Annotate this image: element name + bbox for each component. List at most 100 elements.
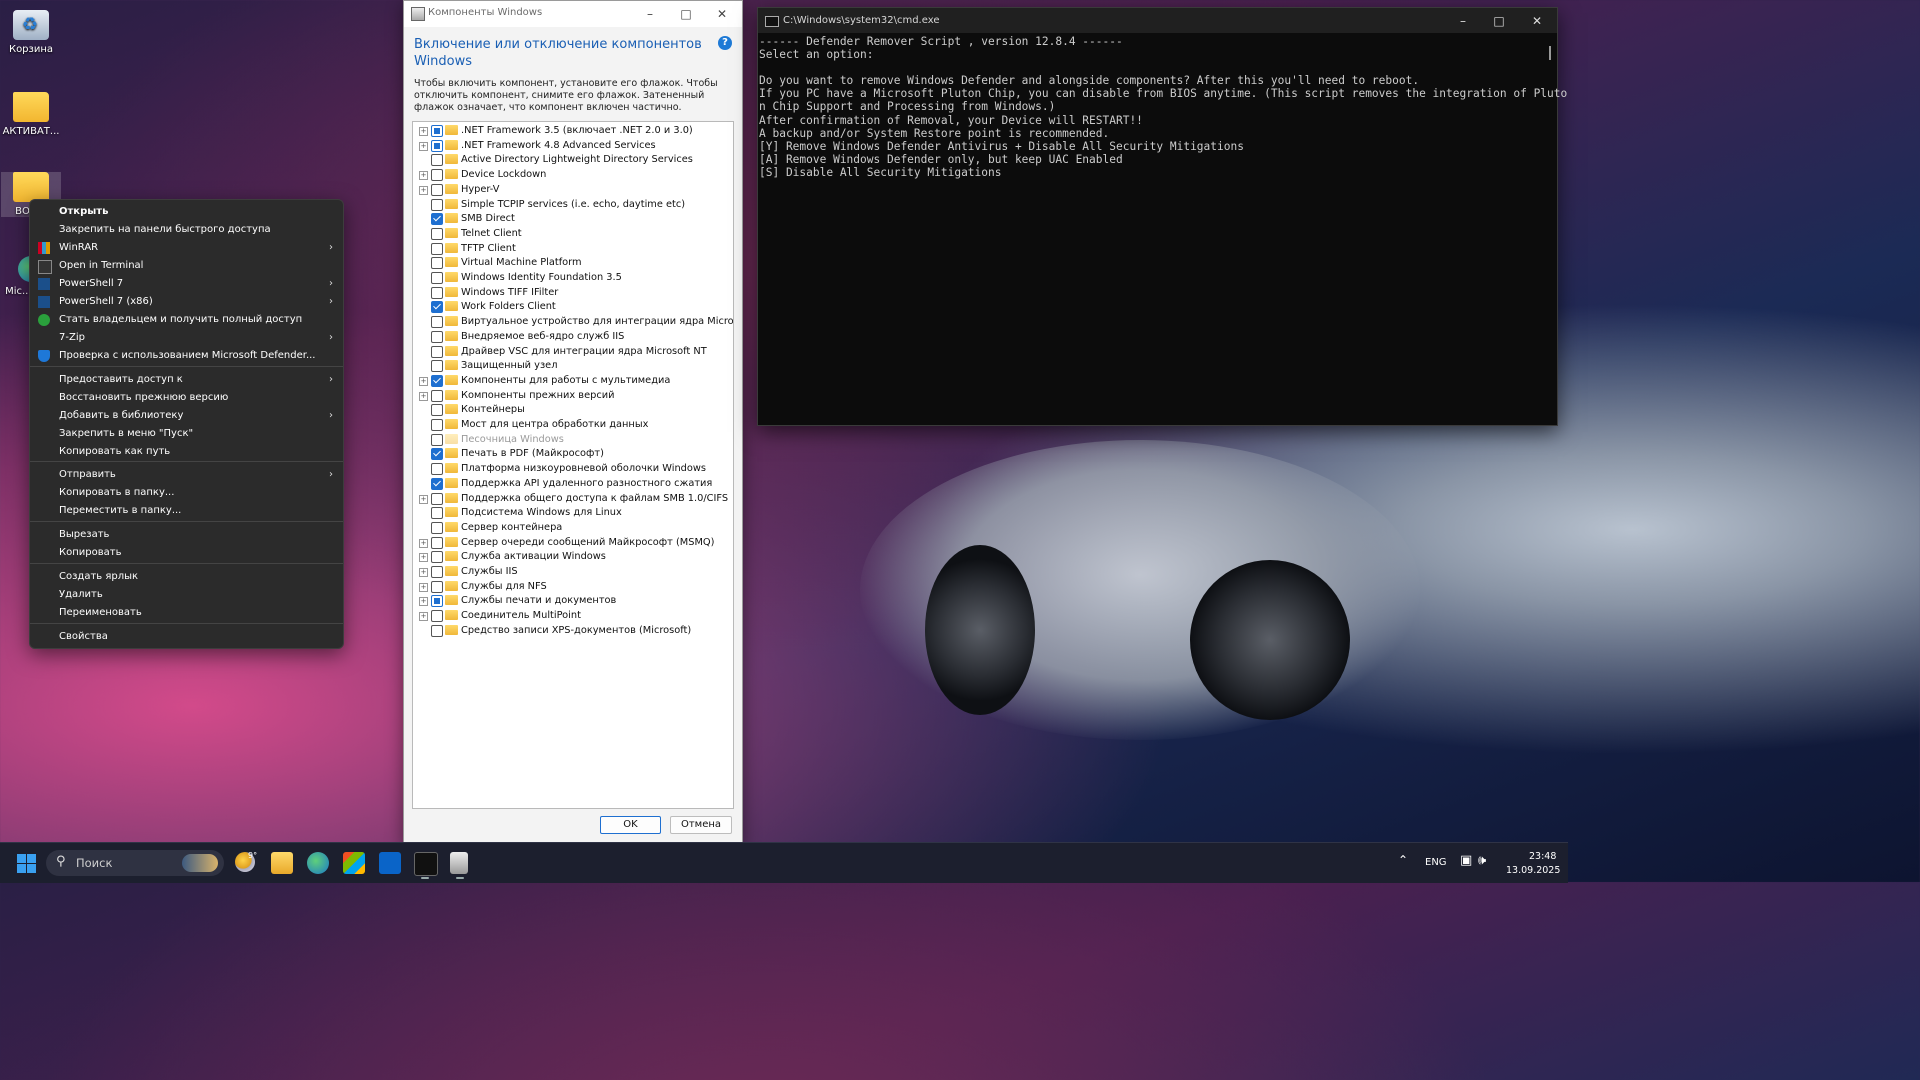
feature-row[interactable]: Внедряемое веб-ядро служб IIS: [413, 330, 733, 344]
title-bar[interactable]: C:\Windows\system32\cmd.exe – □ ✕: [758, 8, 1557, 33]
expand-icon[interactable]: +: [419, 494, 428, 504]
feature-checkbox[interactable]: [431, 492, 443, 505]
volume-icon[interactable]: 🕪: [1478, 853, 1486, 868]
feature-row[interactable]: Telnet Client: [413, 227, 733, 241]
context-menu-item[interactable]: Переименовать: [30, 604, 343, 622]
feature-checkbox[interactable]: [431, 360, 443, 373]
clock-time[interactable]: 23:48: [1529, 851, 1556, 862]
feature-row[interactable]: Сервер контейнера: [413, 521, 733, 535]
feature-row[interactable]: Драйвер VSC для интеграции ядра Microsof…: [413, 345, 733, 359]
expand-icon[interactable]: +: [419, 597, 428, 607]
feature-row[interactable]: TFTP Client: [413, 242, 733, 256]
context-menu-item[interactable]: Свойства: [30, 628, 343, 646]
feature-row[interactable]: Поддержка API удаленного разностного сжа…: [413, 477, 733, 491]
expand-icon[interactable]: +: [419, 568, 428, 577]
feature-checkbox[interactable]: [431, 610, 443, 623]
expand-icon[interactable]: +: [419, 612, 428, 622]
close-button[interactable]: ✕: [1527, 12, 1547, 30]
feature-checkbox[interactable]: [431, 286, 443, 299]
context-menu-item[interactable]: Копировать как путь: [30, 443, 343, 461]
expand-icon[interactable]: +: [419, 127, 428, 136]
context-menu-item[interactable]: Проверка с использованием Microsoft Defe…: [30, 347, 343, 365]
feature-row[interactable]: Windows TIFF IFilter: [413, 286, 733, 300]
feature-checkbox[interactable]: [431, 169, 443, 182]
desktop-icon-folder[interactable]: АКТИВАТ...: [1, 92, 61, 137]
feature-row[interactable]: + Сервер очереди сообщений Майкрософт (MS…: [413, 536, 733, 550]
feature-row[interactable]: Active Directory Lightweight Directory S…: [413, 153, 733, 167]
context-menu-item[interactable]: Открыть: [30, 203, 343, 221]
expand-icon[interactable]: +: [419, 185, 428, 195]
console-output[interactable]: ------ Defender Remover Script , version…: [759, 35, 1567, 179]
feature-row[interactable]: + .NET Framework 3.5 (включает .NET 2.0 и…: [413, 124, 733, 138]
feature-row[interactable]: + Службы печати и документов: [413, 594, 733, 608]
context-menu-item[interactable]: Отправить ›: [30, 466, 343, 484]
feature-row[interactable]: + Соединитель MultiPoint: [413, 609, 733, 623]
chevron-up-icon[interactable]: ⌃: [1398, 853, 1408, 867]
feature-checkbox[interactable]: [431, 301, 443, 314]
feature-row[interactable]: Контейнеры: [413, 403, 733, 417]
context-menu-item[interactable]: Копировать в папку...: [30, 484, 343, 502]
scrollbar[interactable]: [1549, 46, 1551, 60]
context-menu-item[interactable]: PowerShell 7 (x86) ›: [30, 293, 343, 311]
feature-row[interactable]: + Службы для NFS: [413, 580, 733, 594]
feature-row[interactable]: + Службы IIS: [413, 565, 733, 579]
context-menu-item[interactable]: Стать владельцем и получить полный досту…: [30, 311, 343, 329]
context-menu-item[interactable]: Удалить: [30, 586, 343, 604]
feature-checkbox[interactable]: [431, 198, 443, 211]
context-menu-item[interactable]: Предоставить доступ к ›: [30, 371, 343, 389]
feature-checkbox[interactable]: [431, 125, 443, 137]
feature-checkbox[interactable]: [431, 257, 443, 270]
feature-checkbox[interactable]: [431, 154, 443, 167]
minimize-button[interactable]: –: [1453, 12, 1473, 30]
context-menu-item[interactable]: Копировать: [30, 544, 343, 562]
context-menu-item[interactable]: Закрепить на панели быстрого доступа: [30, 221, 343, 239]
desktop-icon-recycle-bin[interactable]: Корзина: [1, 10, 61, 55]
feature-checkbox[interactable]: [431, 536, 443, 549]
feature-row[interactable]: Виртуальное устройство для интеграции яд…: [413, 315, 733, 329]
expand-icon[interactable]: +: [419, 171, 428, 181]
expand-icon[interactable]: +: [419, 582, 428, 592]
feature-checkbox[interactable]: [431, 374, 443, 387]
feature-checkbox[interactable]: [431, 404, 443, 417]
expand-icon[interactable]: +: [419, 553, 428, 563]
expand-icon[interactable]: +: [419, 141, 428, 151]
context-menu-item[interactable]: Вырезать: [30, 526, 343, 544]
features-tree[interactable]: + .NET Framework 3.5 (включает .NET 2.0 и…: [412, 121, 734, 809]
context-menu-item[interactable]: PowerShell 7 ›: [30, 275, 343, 293]
feature-row[interactable]: Платформа низкоуровневой оболочки Window…: [413, 462, 733, 476]
feature-checkbox[interactable]: [431, 330, 443, 343]
feature-checkbox[interactable]: [431, 624, 443, 637]
start-button[interactable]: [17, 854, 36, 873]
feature-checkbox[interactable]: [431, 448, 443, 461]
feature-checkbox[interactable]: [431, 566, 443, 578]
terminal-icon[interactable]: [414, 852, 438, 876]
feature-row[interactable]: Средство записи XPS-документов (Microsof…: [413, 624, 733, 638]
feature-checkbox[interactable]: [431, 551, 443, 564]
context-menu-item[interactable]: Создать ярлык: [30, 568, 343, 586]
maximize-button[interactable]: □: [676, 5, 696, 23]
feature-row[interactable]: Windows Identity Foundation 3.5: [413, 271, 733, 285]
minimize-button[interactable]: –: [640, 5, 660, 23]
feature-checkbox[interactable]: [431, 433, 443, 446]
feature-checkbox[interactable]: [431, 521, 443, 534]
context-menu-item[interactable]: Добавить в библиотеку ›: [30, 407, 343, 425]
store-icon[interactable]: [343, 852, 365, 874]
search-box[interactable]: ⚲ Поиск: [46, 850, 224, 876]
file-explorer-icon[interactable]: [271, 852, 293, 874]
feature-checkbox[interactable]: [431, 580, 443, 593]
feature-checkbox[interactable]: [431, 227, 443, 240]
network-icon[interactable]: ▣: [1460, 853, 1472, 868]
expand-icon[interactable]: +: [419, 391, 428, 401]
feature-checkbox[interactable]: [431, 463, 443, 476]
context-menu-item[interactable]: Переместить в папку...: [30, 502, 343, 520]
feature-checkbox[interactable]: [431, 183, 443, 196]
language-indicator[interactable]: ENG: [1425, 857, 1447, 868]
feature-row[interactable]: SMB Direct: [413, 212, 733, 226]
edge-icon[interactable]: [307, 852, 329, 874]
feature-checkbox[interactable]: [431, 595, 443, 608]
context-menu-item[interactable]: WinRAR ›: [30, 239, 343, 257]
help-icon[interactable]: ?: [718, 36, 732, 50]
maximize-button[interactable]: □: [1489, 12, 1509, 30]
feature-row[interactable]: Virtual Machine Platform: [413, 256, 733, 270]
feature-row[interactable]: + Компоненты для работы с мультимедиа: [413, 374, 733, 388]
